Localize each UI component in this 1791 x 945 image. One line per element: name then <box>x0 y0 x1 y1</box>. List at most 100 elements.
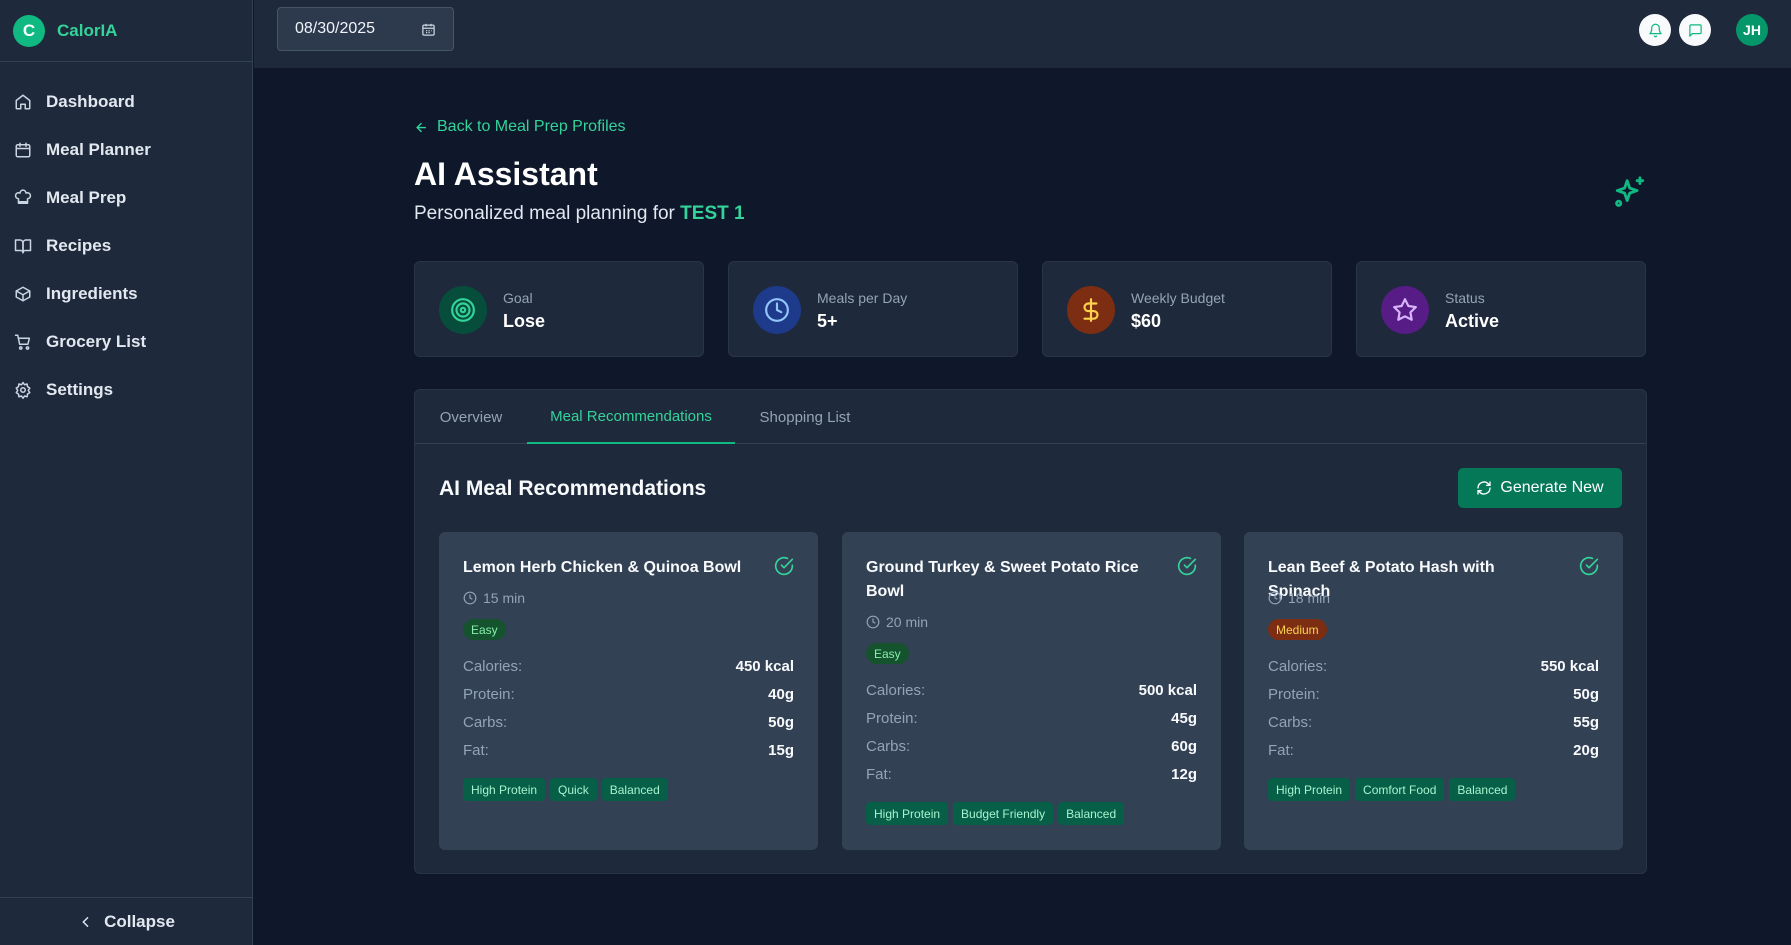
stat-label: Goal <box>503 290 533 306</box>
sidebar-item-meal-prep[interactable]: Meal Prep <box>0 174 252 222</box>
tab-meal-recommendations[interactable]: Meal Recommendations <box>527 390 735 444</box>
generate-new-button[interactable]: Generate New <box>1458 468 1622 508</box>
nutrition-value: 450 kcal <box>735 658 794 675</box>
check-circle-icon[interactable] <box>1177 556 1197 576</box>
clock-icon <box>753 286 801 334</box>
chef-hat-icon <box>14 189 32 204</box>
date-value: 08/30/2025 <box>295 20 376 37</box>
nutrition-label: Protein: <box>866 710 918 727</box>
sidebar-item-label: Recipes <box>46 236 112 255</box>
page-title: AI Assistant <box>414 156 598 192</box>
nutrition-row-carbs: Carbs: 50g <box>463 714 794 734</box>
nutrition-value: 55g <box>1573 714 1599 731</box>
nutrition-row-protein: Protein: 45g <box>866 710 1197 730</box>
tag: Comfort Food <box>1355 778 1445 801</box>
arrow-left-icon <box>416 122 426 132</box>
nutrition-label: Calories: <box>866 682 926 699</box>
nutrition-label: Fat: <box>1268 742 1294 759</box>
bell-icon <box>1648 23 1662 37</box>
tab-overview[interactable]: Overview <box>415 390 527 444</box>
profile-name: TEST 1 <box>680 203 745 224</box>
nutrition-label: Protein: <box>1268 686 1320 703</box>
nutrition-row-fat: Fat: 15g <box>463 742 794 762</box>
tab-shopping-list[interactable]: Shopping List <box>735 390 875 444</box>
meal-time: 18 min <box>1268 590 1330 606</box>
refresh-icon <box>1477 481 1492 495</box>
tag: Balanced <box>1058 802 1125 825</box>
meal-time-value: 20 min <box>886 614 929 630</box>
check-circle-icon[interactable] <box>1579 556 1599 576</box>
calendar-icon <box>15 142 31 158</box>
stat-value: Active <box>1445 311 1500 331</box>
nutrition-value: 12g <box>1171 766 1197 783</box>
meal-card[interactable]: Lemon Herb Chicken & Quinoa Bowl 15 min … <box>439 532 818 850</box>
back-link-label: Back to Meal Prep Profiles <box>437 118 626 135</box>
tag: High Protein <box>1268 778 1351 801</box>
collapse-button[interactable]: Collapse <box>0 897 253 945</box>
brand[interactable]: C CalorIA <box>0 0 252 62</box>
stat-card-goal: Goal Lose <box>414 261 704 357</box>
check-circle-icon[interactable] <box>774 556 794 576</box>
clock-icon <box>866 615 880 629</box>
nutrition-row-carbs: Carbs: 55g <box>1268 714 1599 734</box>
avatar[interactable]: JH <box>1736 14 1768 46</box>
sidebar-item-meal-planner[interactable]: Meal Planner <box>0 126 252 174</box>
sidebar-item-dashboard[interactable]: Dashboard <box>0 78 252 126</box>
book-open-icon <box>14 239 32 254</box>
sidebar-item-label: Meal Planner <box>46 140 151 159</box>
sidebar-item-label: Settings <box>46 380 114 399</box>
home-icon <box>15 94 31 110</box>
nutrition-row-calories: Calories: 550 kcal <box>1268 658 1599 678</box>
nutrition-label: Carbs: <box>1268 714 1313 731</box>
recommendations-panel: Overview Meal Recommendations Shopping L… <box>414 389 1647 874</box>
clock-icon <box>1268 591 1282 605</box>
date-picker-input[interactable]: 08/30/2025 <box>277 7 454 51</box>
tag: Balanced <box>601 778 668 801</box>
stat-value: 5+ <box>817 311 838 331</box>
nutrition-value: 550 kcal <box>1540 658 1599 675</box>
sidebar-item-settings[interactable]: Settings <box>0 366 252 414</box>
nutrition-row-protein: Protein: 40g <box>463 686 794 706</box>
gear-icon <box>15 381 31 399</box>
brand-name: CalorIA <box>57 20 118 40</box>
sidebar-item-grocery-list[interactable]: Grocery List <box>0 318 252 366</box>
topbar: 08/30/2025 JH <box>254 0 1791 68</box>
calendar-icon[interactable] <box>421 22 436 37</box>
nutrition-row-fat: Fat: 20g <box>1268 742 1599 762</box>
collapse-label: Collapse <box>104 911 175 931</box>
brand-logo: C <box>13 14 45 47</box>
nutrition-label: Fat: <box>866 766 892 783</box>
nutrition-row-fat: Fat: 12g <box>866 766 1197 786</box>
page-subtitle: Personalized meal planning for TEST 1 <box>414 203 745 225</box>
subtitle-text: Personalized meal planning for <box>414 203 675 224</box>
difficulty-badge: Medium <box>1268 619 1327 640</box>
sidebar-item-label: Ingredients <box>46 284 138 303</box>
stat-card-meals-per-day: Meals per Day 5+ <box>728 261 1018 357</box>
stat-card-status: Status Active <box>1356 261 1646 357</box>
section-title: AI Meal Recommendations <box>439 477 707 500</box>
nutrition-value: 50g <box>1573 686 1599 703</box>
nutrition-value: 50g <box>768 714 794 731</box>
nutrition-value: 20g <box>1573 742 1599 759</box>
sidebar-item-ingredients[interactable]: Ingredients <box>0 270 252 318</box>
stat-value: Lose <box>503 311 546 331</box>
sidebar-item-recipes[interactable]: Recipes <box>0 222 252 270</box>
nutrition-row-protein: Protein: 50g <box>1268 686 1599 706</box>
generate-new-label: Generate New <box>1500 479 1604 496</box>
difficulty-badge: Easy <box>866 643 909 664</box>
difficulty-badge: Easy <box>463 619 506 640</box>
cart-icon <box>14 334 31 350</box>
meal-time-value: 15 min <box>483 590 526 606</box>
nutrition-label: Fat: <box>463 742 489 759</box>
nutrition-value: 60g <box>1171 738 1197 755</box>
target-icon <box>439 286 487 334</box>
notifications-button[interactable] <box>1639 14 1671 46</box>
tag: High Protein <box>463 778 546 801</box>
back-link[interactable]: Back to Meal Prep Profiles <box>414 118 626 136</box>
meal-card[interactable]: Ground Turkey & Sweet Potato Rice Bowl 2… <box>842 532 1221 850</box>
dollar-icon <box>1067 286 1115 334</box>
messages-button[interactable] <box>1679 14 1711 46</box>
meal-card[interactable]: Lean Beef & Potato Hash with Spinach 18 … <box>1244 532 1623 850</box>
meal-time-value: 18 min <box>1288 590 1331 606</box>
stat-label: Weekly Budget <box>1131 290 1225 306</box>
